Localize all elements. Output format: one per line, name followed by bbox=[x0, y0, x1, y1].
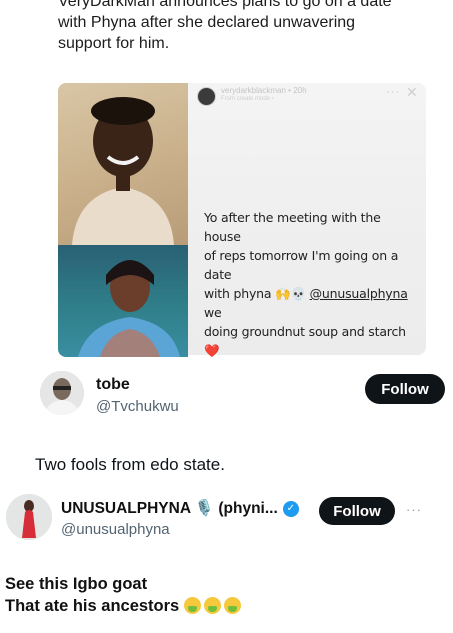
nauseated-face-icon bbox=[223, 597, 241, 614]
avatar[interactable] bbox=[6, 494, 52, 540]
story-line-4: doing groundnut soup and starch ❤️ bbox=[204, 324, 406, 358]
tweet-line-2-text: That ate his ancestors bbox=[5, 597, 180, 615]
follow-button[interactable]: Follow bbox=[365, 374, 445, 404]
woman-photo bbox=[58, 245, 188, 357]
author-handle[interactable]: @unusualphyna bbox=[61, 521, 170, 538]
man-photo bbox=[58, 83, 188, 245]
nauseated-face-icon bbox=[183, 597, 201, 614]
verified-badge-icon: ✓ bbox=[282, 500, 299, 517]
story-line-3-suffix: we bbox=[204, 305, 222, 320]
tweet-text: Two fools from edo state. bbox=[35, 455, 225, 474]
avatar[interactable] bbox=[40, 371, 84, 415]
story-time: 20h bbox=[293, 86, 307, 95]
story-line-2: of reps tomorrow I'm going on a date bbox=[204, 248, 399, 282]
story-username: verydarkblackman bbox=[221, 86, 286, 95]
follow-button[interactable]: Follow bbox=[319, 497, 395, 525]
story-more-icon: ··· bbox=[386, 86, 400, 98]
tweet-line-1: See this Igbo goat bbox=[5, 575, 148, 593]
nauseated-face-icon bbox=[203, 597, 221, 614]
close-icon: ✕ bbox=[406, 84, 418, 100]
author-name-row[interactable]: UNUSUALPHYNA 🎙️ (phyni... ✓ bbox=[61, 499, 299, 518]
story-avatar bbox=[197, 87, 216, 106]
more-options-icon[interactable]: ··· bbox=[406, 502, 422, 517]
tweet-line-2: That ate his ancestors bbox=[5, 595, 445, 617]
author-name[interactable]: tobe bbox=[96, 376, 130, 394]
story-dot: • bbox=[288, 86, 291, 95]
story-line-3-prefix: with phyna 🙌💀 bbox=[204, 286, 310, 301]
author-name[interactable]: UNUSUALPHYNA 🎙️ (phyni... bbox=[61, 499, 278, 518]
story-line-3: with phyna 🙌💀 @unusualphyna we bbox=[204, 284, 419, 322]
story-subline: From create mode › bbox=[221, 96, 274, 102]
article-headline: VeryDarkMan announces plans to go on a d… bbox=[58, 0, 392, 52]
author-handle[interactable]: @Tvchukwu bbox=[96, 398, 179, 415]
tweet-text: See this Igbo goat That ate his ancestor… bbox=[5, 573, 445, 617]
story-mention: @unusualphyna bbox=[309, 286, 408, 301]
story-line-1: Yo after the meeting with the house bbox=[204, 210, 381, 244]
story-caption: Yo after the meeting with the house of r… bbox=[204, 208, 419, 360]
story-username-row: verydarkblackman • 20h bbox=[221, 86, 307, 95]
